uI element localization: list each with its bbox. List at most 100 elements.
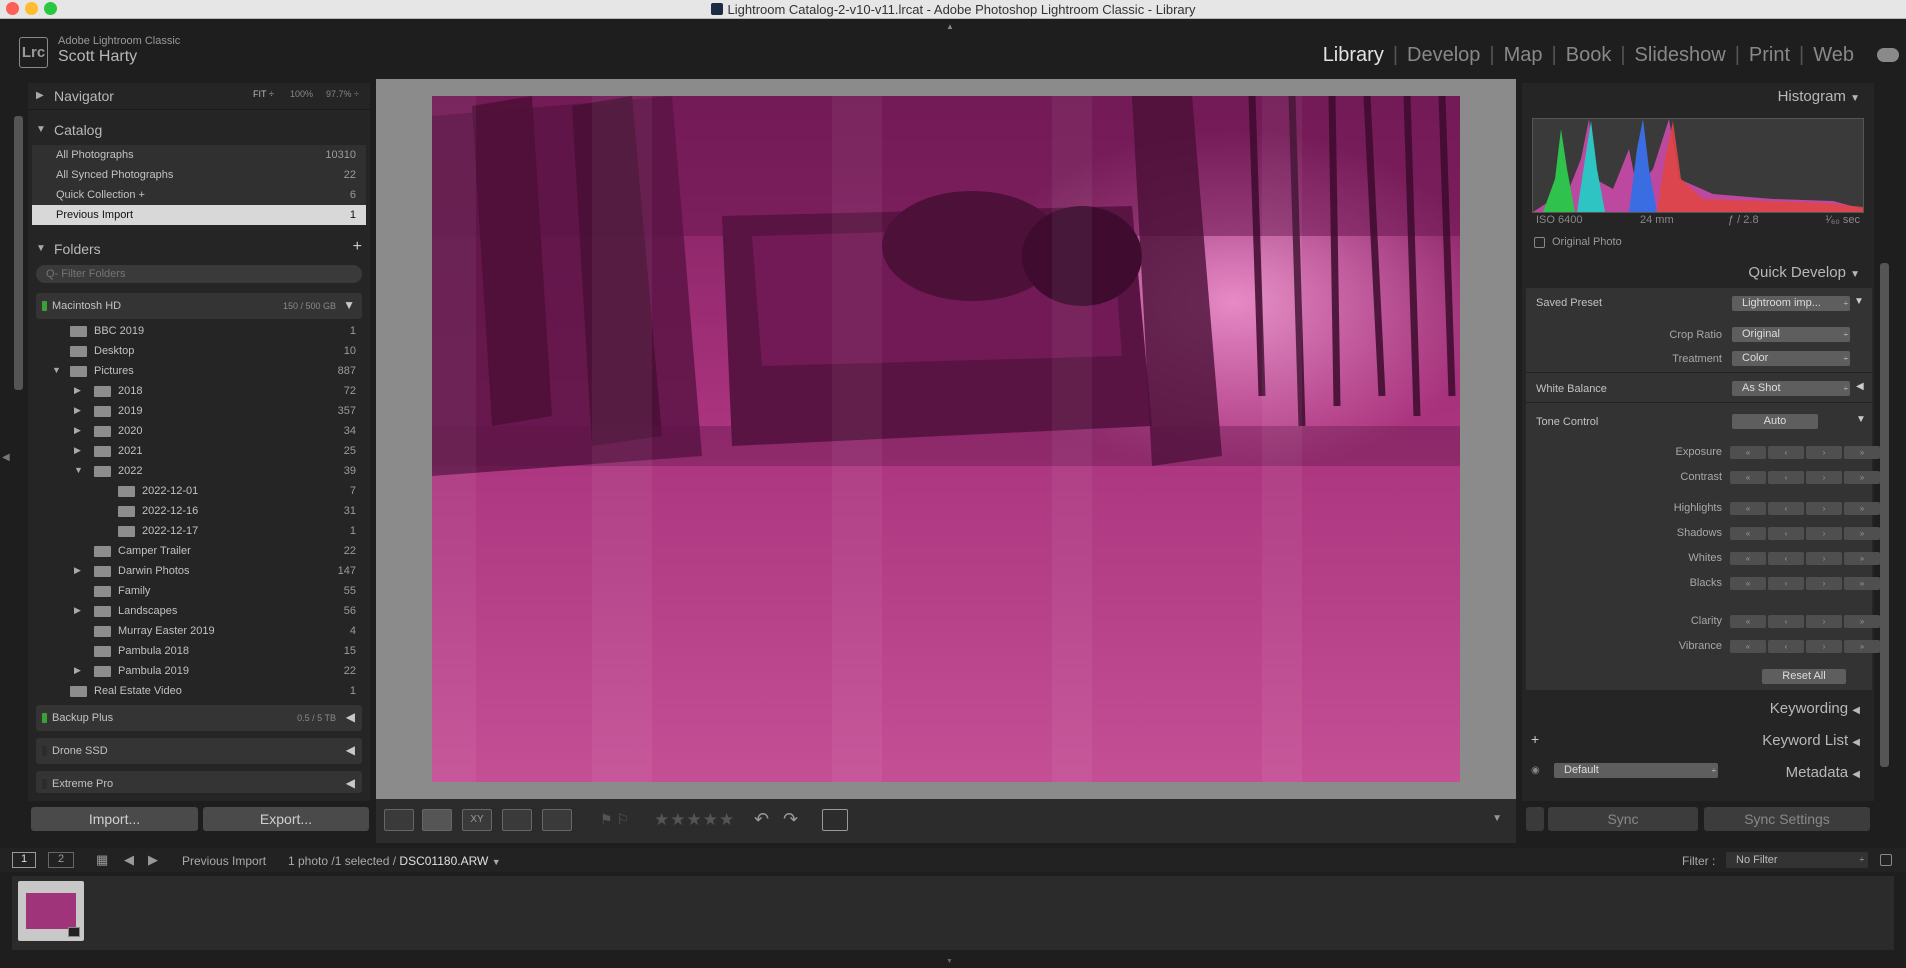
photo-preview[interactable]: [432, 96, 1460, 782]
collapse-triangle-icon[interactable]: ▼: [52, 365, 61, 375]
add-folder-button[interactable]: +: [353, 238, 362, 256]
keyword-list-header[interactable]: Keyword List ◀: [1762, 732, 1860, 749]
add-keyword-button[interactable]: +: [1531, 731, 1539, 747]
sync-settings-button[interactable]: Sync Settings: [1704, 807, 1870, 831]
saved-preset-collapse-icon[interactable]: ▼: [1854, 296, 1864, 307]
folder-row[interactable]: ▶ 2018 72: [32, 381, 366, 401]
module-print[interactable]: Print: [1749, 44, 1790, 66]
cloud-sync-icon[interactable]: [1877, 48, 1899, 62]
star-rating[interactable]: ★★★★★: [654, 810, 735, 830]
catalog-item-previous-import[interactable]: Previous Import 1: [32, 205, 366, 225]
keywording-header[interactable]: Keywording ◀: [1770, 700, 1860, 717]
rotate-right-icon[interactable]: ↷: [783, 809, 798, 830]
metadata-preset-select[interactable]: Default ÷: [1554, 763, 1718, 778]
folder-row[interactable]: ▶ 2020 34: [32, 421, 366, 441]
module-develop[interactable]: Develop: [1407, 44, 1480, 66]
catalog-item-all-synced[interactable]: All Synced Photographs 22: [32, 165, 366, 185]
volume-drone-ssd[interactable]: Drone SSD ◀: [36, 738, 362, 764]
contrast-stepper[interactable]: «‹ ›»: [1730, 471, 1880, 484]
expand-triangle-icon[interactable]: ▶: [74, 445, 81, 456]
import-button[interactable]: Import...: [31, 807, 198, 831]
zoom-fit-option[interactable]: FIT ÷: [253, 89, 274, 99]
folder-row[interactable]: ▶ Darwin Photos 147: [32, 561, 366, 581]
module-slideshow[interactable]: Slideshow: [1635, 44, 1726, 66]
filter-folders-input[interactable]: [36, 265, 362, 283]
module-map[interactable]: Map: [1504, 44, 1543, 66]
expand-triangle-icon[interactable]: ▶: [74, 605, 81, 616]
catalog-item-quick-collection[interactable]: Quick Collection +6: [32, 185, 366, 205]
folders-header[interactable]: ▼ Folders +: [28, 236, 370, 262]
sync-toggle-switch[interactable]: [1526, 807, 1544, 831]
white-balance-expand-icon[interactable]: ◀: [1856, 381, 1864, 392]
folder-row[interactable]: 2022-12-17 1: [32, 521, 366, 541]
primary-window-button[interactable]: 1: [12, 852, 36, 868]
volume-expand-icon[interactable]: ◀: [346, 776, 355, 790]
original-photo-checkbox[interactable]: [1534, 237, 1545, 248]
expand-triangle-icon[interactable]: ▶: [74, 565, 81, 576]
crop-ratio-select[interactable]: Original ÷: [1732, 327, 1850, 342]
volume-extreme-pro[interactable]: Extreme Pro ◀: [36, 771, 362, 793]
highlights-stepper[interactable]: «‹ ›»: [1730, 502, 1880, 515]
volume-expand-icon[interactable]: ◀: [346, 743, 355, 757]
secondary-window-button[interactable]: 2: [48, 852, 74, 868]
volume-backup-plus[interactable]: Backup Plus 0.5 / 5 TB ◀: [36, 705, 362, 731]
histogram-chart[interactable]: [1532, 118, 1864, 213]
filter-lock-icon[interactable]: [1880, 854, 1892, 866]
rotate-left-icon[interactable]: ↶: [754, 809, 769, 830]
folder-row[interactable]: Family 55: [32, 581, 366, 601]
collapse-triangle-icon[interactable]: ▼: [74, 465, 83, 475]
filmstrip-thumbnail[interactable]: [18, 881, 84, 941]
white-balance-select[interactable]: As Shot ÷: [1732, 381, 1850, 396]
module-book[interactable]: Book: [1566, 44, 1612, 66]
export-button[interactable]: Export...: [203, 807, 369, 831]
whites-stepper[interactable]: «‹ ›»: [1730, 552, 1880, 565]
filter-preset-select[interactable]: No Filter ÷: [1726, 852, 1868, 868]
folder-row[interactable]: 2022-12-01 7: [32, 481, 366, 501]
filmstrip-source[interactable]: Previous Import: [182, 854, 266, 868]
blacks-stepper[interactable]: «‹ ›»: [1730, 577, 1880, 590]
folder-row[interactable]: Camper Trailer 22: [32, 541, 366, 561]
folder-row[interactable]: Murray Easter 2019 4: [32, 621, 366, 641]
collapse-top-panel-icon[interactable]: ▲: [946, 22, 954, 31]
loupe-view-icon[interactable]: [422, 809, 452, 831]
module-web[interactable]: Web: [1813, 44, 1854, 66]
selected-filename[interactable]: DSC01180.ARW: [399, 854, 488, 868]
folder-row[interactable]: ▼ 2022 39: [32, 461, 366, 481]
folder-row[interactable]: ▶ 2021 25: [32, 441, 366, 461]
sync-button[interactable]: Sync: [1548, 807, 1698, 831]
folder-row[interactable]: ▶ 2019 357: [32, 401, 366, 421]
zoom-custom-option[interactable]: 97.7% ÷: [326, 89, 359, 99]
left-panel-toggle-icon[interactable]: ◀: [2, 452, 10, 463]
crop-overlay-icon[interactable]: [822, 809, 848, 831]
volume-macintosh-hd[interactable]: Macintosh HD 150 / 500 GB ▼: [36, 293, 362, 319]
expand-triangle-icon[interactable]: ▶: [74, 385, 81, 396]
folder-row[interactable]: ▶ Pambula 2019 22: [32, 661, 366, 681]
treatment-select[interactable]: Color ÷: [1732, 351, 1850, 366]
folder-row[interactable]: ▼ Pictures 887: [32, 361, 366, 381]
catalog-header[interactable]: ▼ Catalog: [28, 117, 370, 143]
grid-view-icon[interactable]: [384, 809, 414, 831]
zoom-100-option[interactable]: 100%: [290, 89, 313, 99]
volume-menu-icon[interactable]: ▼: [343, 298, 355, 312]
histogram-header[interactable]: Histogram ▼: [1778, 88, 1860, 105]
expand-triangle-icon[interactable]: ▶: [74, 405, 81, 416]
tone-control-collapse-icon[interactable]: ▼: [1856, 414, 1866, 425]
metadata-eye-icon[interactable]: ◉: [1531, 765, 1540, 776]
expand-triangle-icon[interactable]: ▶: [74, 425, 81, 436]
shadows-stepper[interactable]: «‹ ›»: [1730, 527, 1880, 540]
auto-tone-button[interactable]: Auto: [1732, 414, 1818, 429]
folder-row[interactable]: ▶ Landscapes 56: [32, 601, 366, 621]
survey-view-icon[interactable]: [502, 809, 532, 831]
expand-triangle-icon[interactable]: ▶: [74, 665, 81, 676]
toolbar-menu-icon[interactable]: ▼: [1492, 813, 1502, 824]
grid-icon[interactable]: ▦: [96, 852, 108, 868]
quick-develop-header[interactable]: Quick Develop ▼: [1748, 264, 1860, 281]
exposure-stepper[interactable]: «‹ ›»: [1730, 446, 1880, 459]
module-library[interactable]: Library: [1323, 44, 1384, 66]
saved-preset-select[interactable]: Lightroom imp... ÷: [1732, 296, 1850, 311]
clarity-stepper[interactable]: «‹ ›»: [1730, 615, 1880, 628]
metadata-header[interactable]: Metadata ◀: [1786, 764, 1860, 781]
compare-view-icon[interactable]: XY: [462, 809, 492, 831]
folder-row[interactable]: Desktop 10: [32, 341, 366, 361]
folder-row[interactable]: 2022-12-16 31: [32, 501, 366, 521]
